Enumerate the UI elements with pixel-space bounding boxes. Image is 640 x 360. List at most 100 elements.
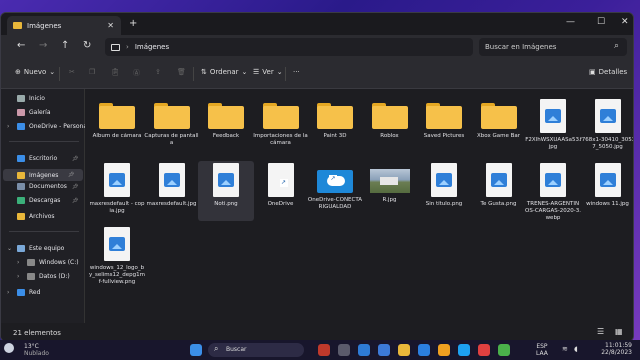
- folder-item[interactable]: Álbum de cámara: [89, 97, 145, 157]
- folder-item[interactable]: Paint 3D: [307, 97, 363, 157]
- file-item[interactable]: Noti.png: [198, 161, 254, 221]
- delete-icon[interactable]: 🗑︎: [177, 68, 186, 76]
- file-item[interactable]: windows 11.jpg: [580, 161, 634, 221]
- folder-item[interactable]: Roblox: [362, 97, 418, 157]
- app-icon[interactable]: [458, 344, 470, 356]
- sidebar-item-datos-d[interactable]: › Datos (D:): [17, 273, 70, 280]
- folder-item[interactable]: Xbox Game Bar: [471, 97, 527, 157]
- task-view-icon[interactable]: [338, 344, 350, 356]
- new-tab-button[interactable]: +: [129, 18, 137, 29]
- volume-icon[interactable]: ◖: [574, 345, 578, 353]
- chevron-right-icon[interactable]: ›: [126, 43, 129, 51]
- drive-icon: [27, 259, 35, 266]
- address-bar[interactable]: › Imágenes: [105, 38, 473, 56]
- sidebar-item-onedrive-persona[interactable]: › OneDrive - Persona: [7, 123, 87, 130]
- folder-item[interactable]: Feedback: [198, 97, 254, 157]
- file-item[interactable]: f768x1-30410_30537_5050.jpg: [579, 97, 634, 157]
- app-icon[interactable]: [478, 344, 490, 356]
- folder-item[interactable]: Importaciones de la cámara: [253, 97, 309, 157]
- shortcut-icon: ↗: [267, 163, 294, 197]
- expand-chevron-icon[interactable]: ⌄: [7, 245, 13, 252]
- tab-bar: Imágenes ✕ + — ☐ ✕: [1, 13, 633, 35]
- file-name: maxresdefault - copia.jpg: [89, 201, 145, 214]
- sidebar-item-windows-c[interactable]: › Windows (C:): [17, 259, 79, 266]
- folder-item[interactable]: Saved Pictures: [416, 97, 472, 157]
- paste-icon[interactable]: 📋︎: [111, 68, 120, 76]
- expand-chevron-icon[interactable]: ›: [17, 273, 23, 280]
- file-name: Te Gusta.png: [480, 201, 517, 207]
- browser-icon[interactable]: [358, 344, 370, 356]
- language-indicator[interactable]: ESP LAA: [536, 343, 548, 357]
- file-name: f768x1-30410_30537_5050.jpg: [579, 137, 634, 150]
- file-item[interactable]: windows_12_logo_by_selims12_depg1mf-full…: [89, 225, 145, 285]
- wifi-icon[interactable]: ≋: [562, 345, 568, 353]
- file-item[interactable]: TRENES-ARGENTINOS-CARGAS-2020-3.webp: [525, 161, 581, 221]
- up-arrow-icon[interactable]: ↑: [61, 40, 69, 51]
- sidebar-item-imágenes[interactable]: Imágenes 📌︎: [3, 169, 83, 181]
- app-icon[interactable]: [318, 344, 330, 356]
- file-item[interactable]: R.jpg: [362, 161, 418, 221]
- view-label: Ver: [262, 68, 274, 76]
- search-input[interactable]: Buscar en Imágenes ⌕: [479, 38, 627, 56]
- file-item[interactable]: Te Gusta.png: [471, 161, 527, 221]
- sidebar-item-descargas[interactable]: Descargas 📌︎: [7, 197, 78, 204]
- file-item[interactable]: ↗ OneDrive: [253, 161, 309, 221]
- start-icon[interactable]: [190, 344, 202, 356]
- pin-icon[interactable]: 📌︎: [68, 172, 74, 178]
- refresh-icon[interactable]: ↻: [83, 40, 91, 51]
- sidebar-item-red[interactable]: › Red: [7, 289, 40, 296]
- close-tab-icon[interactable]: ✕: [107, 21, 114, 30]
- expand-chevron-icon[interactable]: ›: [7, 123, 13, 130]
- details-button[interactable]: ▣ Detalles: [589, 68, 627, 76]
- share-icon[interactable]: ⇪: [155, 68, 161, 76]
- divider: [193, 67, 194, 81]
- close-button[interactable]: ✕: [621, 17, 629, 27]
- back-arrow-icon[interactable]: ←: [17, 40, 25, 51]
- more-options-button[interactable]: ···: [293, 68, 300, 76]
- sidebar-item-este-equipo[interactable]: ⌄ Este equipo: [7, 245, 64, 252]
- pin-icon[interactable]: 📌︎: [72, 156, 78, 162]
- app-icon[interactable]: [498, 344, 510, 356]
- image-file-icon: [104, 227, 130, 261]
- forward-arrow-icon[interactable]: →: [39, 40, 47, 51]
- image-file-icon: [431, 163, 457, 197]
- sidebar-item-label: Descargas: [29, 197, 61, 204]
- pin-icon[interactable]: 📌︎: [72, 198, 78, 204]
- tab-imagenes[interactable]: Imágenes ✕: [7, 16, 121, 35]
- breadcrumb[interactable]: Imágenes: [135, 43, 169, 51]
- new-button[interactable]: ⊕ Nuevo ⌄: [15, 68, 55, 76]
- large-icons-view-icon[interactable]: ▦: [615, 327, 623, 336]
- minimize-button[interactable]: —: [566, 17, 575, 27]
- file-name: maxresdefault.jpg: [146, 201, 197, 207]
- sidebar-item-galería[interactable]: Galería: [7, 109, 51, 116]
- view-icon: ☰: [253, 68, 260, 76]
- clock[interactable]: 11:01:59 22/8/2023: [586, 342, 632, 356]
- file-explorer-taskbar-icon[interactable]: [398, 344, 410, 356]
- file-item[interactable]: maxresdefault - copia.jpg: [89, 161, 145, 221]
- expand-chevron-icon[interactable]: ›: [17, 259, 23, 266]
- view-button[interactable]: ☰ Ver ⌄: [253, 68, 283, 76]
- folder-item[interactable]: Capturas de pantalla: [144, 97, 200, 157]
- file-item[interactable]: ↗ OneDrive-CONECTARIGUALDAD: [307, 161, 363, 221]
- store-icon[interactable]: [378, 344, 390, 356]
- sidebar-item-label: Windows (C:): [39, 259, 79, 266]
- mail-icon[interactable]: [418, 344, 430, 356]
- pictures-icon: [111, 43, 120, 51]
- file-item[interactable]: maxresdefault.jpg: [144, 161, 200, 221]
- cut-icon[interactable]: ✂: [69, 68, 75, 76]
- taskbar-search[interactable]: ⌕ Buscar: [208, 343, 304, 357]
- sidebar-item-documentos[interactable]: Documentos 📌︎: [7, 183, 78, 190]
- file-item[interactable]: Sin título.png: [416, 161, 472, 221]
- pin-icon[interactable]: 📌︎: [72, 184, 78, 190]
- file-item[interactable]: F2XlhWSXUAASa53.jpg: [525, 97, 581, 157]
- copy-icon[interactable]: ❐: [89, 68, 95, 76]
- sidebar-item-inicio[interactable]: Inicio: [7, 95, 45, 102]
- sort-button[interactable]: ⇅ Ordenar ⌄: [201, 68, 247, 76]
- rename-icon[interactable]: Ⓐ: [133, 68, 140, 78]
- app-icon[interactable]: [438, 344, 450, 356]
- expand-chevron-icon[interactable]: ›: [7, 289, 13, 296]
- maximize-button[interactable]: ☐: [597, 17, 605, 27]
- sidebar-item-escritorio[interactable]: Escritorio 📌︎: [7, 155, 78, 162]
- sidebar-item-archivos[interactable]: Archivos: [7, 213, 55, 220]
- details-view-icon[interactable]: ☰: [597, 327, 604, 336]
